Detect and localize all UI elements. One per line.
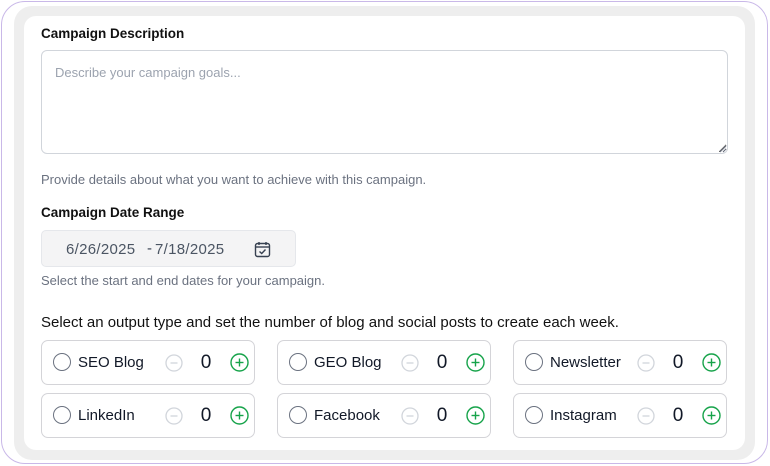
output-name: GEO Blog xyxy=(314,354,382,371)
output-count: 0 xyxy=(200,405,212,426)
output-count: 0 xyxy=(436,405,448,426)
resize-grip-icon[interactable] xyxy=(719,145,727,153)
plus-circle-icon[interactable] xyxy=(702,353,721,372)
output-radio[interactable] xyxy=(53,406,71,424)
output-count: 0 xyxy=(672,405,684,426)
description-textarea[interactable] xyxy=(41,50,728,154)
output-type-heading: Select an output type and set the number… xyxy=(41,314,619,331)
output-option-card[interactable]: Newsletter 0 xyxy=(513,340,727,385)
output-count: 0 xyxy=(200,352,212,373)
start-date[interactable]: 6/26/2025 xyxy=(66,241,135,258)
minus-circle-icon[interactable] xyxy=(401,407,419,425)
output-count: 0 xyxy=(672,352,684,373)
output-radio[interactable] xyxy=(525,406,543,424)
minus-circle-icon[interactable] xyxy=(637,354,655,372)
output-radio[interactable] xyxy=(289,353,307,371)
date-range-help-text: Select the start and end dates for your … xyxy=(41,273,326,288)
date-range-label: Campaign Date Range xyxy=(41,205,185,220)
output-name: Facebook xyxy=(314,407,380,424)
output-radio[interactable] xyxy=(525,353,543,371)
output-radio[interactable] xyxy=(53,353,71,371)
plus-circle-icon[interactable] xyxy=(466,353,485,372)
output-name: SEO Blog xyxy=(78,354,144,371)
output-option-card[interactable]: SEO Blog 0 xyxy=(41,340,255,385)
plus-circle-icon[interactable] xyxy=(230,353,249,372)
end-date[interactable]: 7/18/2025 xyxy=(155,241,224,258)
minus-circle-icon[interactable] xyxy=(165,407,183,425)
output-option-card[interactable]: GEO Blog 0 xyxy=(277,340,491,385)
output-count: 0 xyxy=(436,352,448,373)
output-option-card[interactable]: Facebook 0 xyxy=(277,393,491,438)
output-name: Instagram xyxy=(550,407,617,424)
minus-circle-icon[interactable] xyxy=(637,407,655,425)
output-option-card[interactable]: LinkedIn 0 xyxy=(41,393,255,438)
plus-circle-icon[interactable] xyxy=(466,406,485,425)
description-label: Campaign Description xyxy=(41,26,185,41)
plus-circle-icon[interactable] xyxy=(230,406,249,425)
calendar-icon[interactable] xyxy=(254,241,271,258)
output-option-card[interactable]: Instagram 0 xyxy=(513,393,727,438)
date-separator: - xyxy=(147,240,152,257)
minus-circle-icon[interactable] xyxy=(165,354,183,372)
output-name: Newsletter xyxy=(550,354,621,371)
date-range-picker[interactable]: 6/26/2025 - 7/18/2025 xyxy=(41,230,296,267)
description-help-text: Provide details about what you want to a… xyxy=(41,172,427,187)
output-radio[interactable] xyxy=(289,406,307,424)
plus-circle-icon[interactable] xyxy=(702,406,721,425)
output-name: LinkedIn xyxy=(78,407,135,424)
minus-circle-icon[interactable] xyxy=(401,354,419,372)
